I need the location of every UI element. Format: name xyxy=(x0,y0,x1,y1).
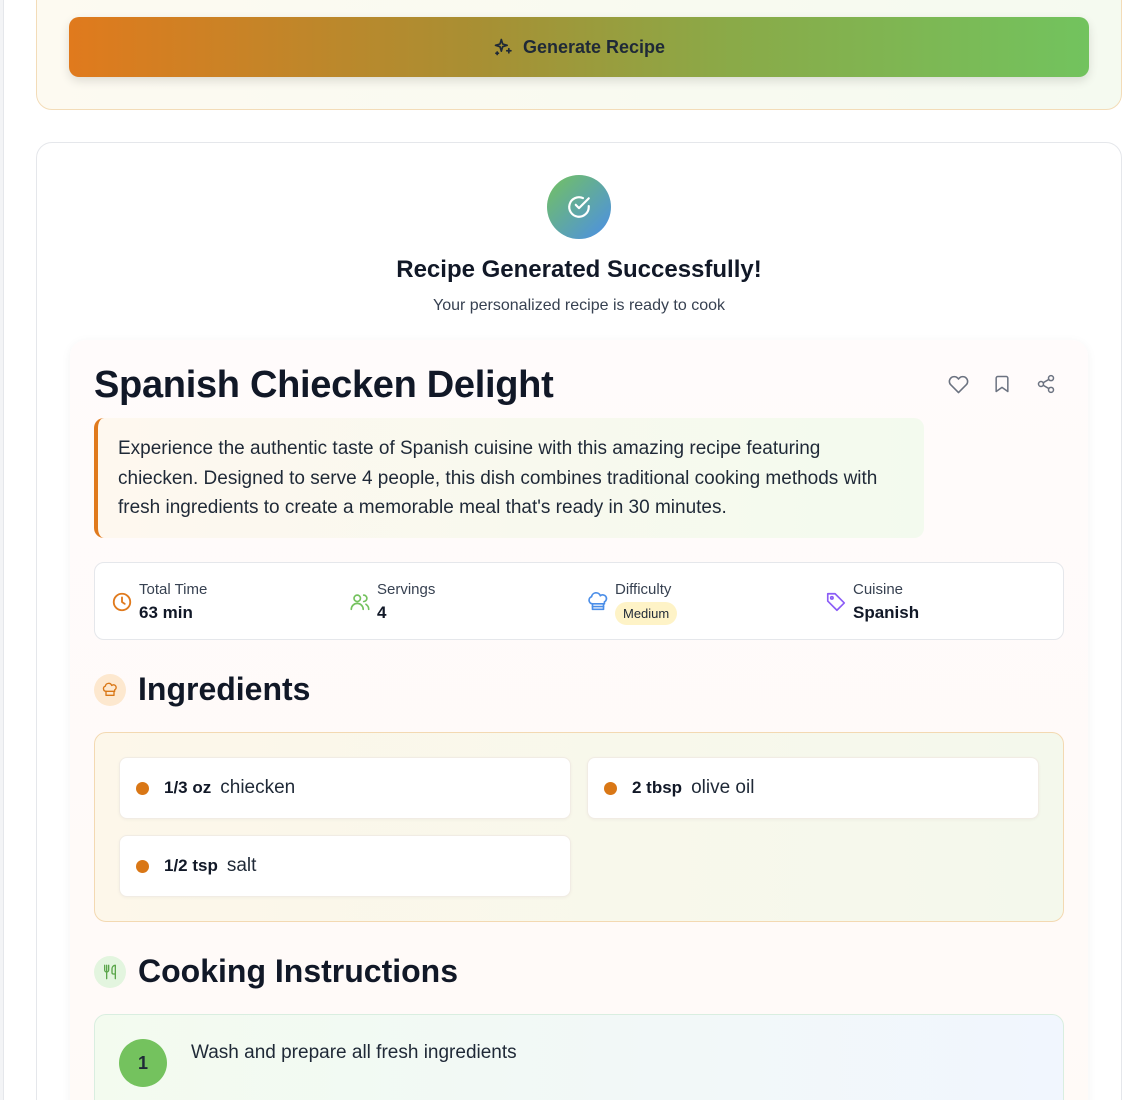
stat-value: Spanish xyxy=(853,603,920,622)
ingredient-name: chiecken xyxy=(220,777,296,798)
ingredients-section-icon xyxy=(94,674,126,706)
ingredients-heading: Ingredients xyxy=(138,671,311,707)
recipe-stats-bar: Total Time 63 min Servings 4 Difficulty … xyxy=(94,562,1064,640)
recipe-title: Spanish Chiecken Delight xyxy=(94,364,554,406)
stat-label: Total Time xyxy=(139,581,208,598)
ingredient-name: salt xyxy=(226,855,257,876)
page-scroll-rail xyxy=(0,0,4,1100)
success-subtitle: Your personalized recipe is ready to coo… xyxy=(432,297,726,314)
chef-hat-icon xyxy=(102,682,117,696)
stat-value: 63 min xyxy=(139,603,193,622)
bullet-dot xyxy=(136,860,149,873)
check-circle-icon xyxy=(568,196,590,218)
generate-recipe-label: Generate Recipe xyxy=(522,36,666,57)
ingredient-item: 2 tbsp olive oil xyxy=(587,757,1039,819)
recipe-description: Experience the authentic taste of Spanis… xyxy=(94,418,924,538)
clock-icon xyxy=(112,592,132,612)
difficulty-badge: Medium xyxy=(615,602,678,625)
stat-label: Servings xyxy=(377,581,436,598)
favorite-button[interactable] xyxy=(946,372,970,396)
instructions-heading: Cooking Instructions xyxy=(138,953,458,989)
stat-label: Difficulty xyxy=(615,581,672,598)
step-number: 1 xyxy=(119,1039,167,1087)
ingredient-quantity: 1/2 tsp xyxy=(164,856,218,875)
stat-value: 4 xyxy=(377,603,387,622)
ingredient-quantity: 2 tbsp xyxy=(632,778,683,797)
generate-recipe-button[interactable]: Generate Recipe xyxy=(69,17,1089,77)
tag-icon xyxy=(826,592,846,612)
success-title: Recipe Generated Successfully! xyxy=(396,256,762,283)
step-text: Wash and prepare all fresh ingredients xyxy=(191,1042,517,1063)
stat-label: Cuisine xyxy=(853,581,904,598)
ingredient-item: 1/2 tsp salt xyxy=(119,835,571,897)
bullet-dot xyxy=(604,782,617,795)
bookmark-button[interactable] xyxy=(990,372,1014,396)
utensils-icon xyxy=(104,964,116,980)
chef-hat-icon xyxy=(588,592,608,611)
share-icon xyxy=(1037,374,1055,394)
ingredient-name: olive oil xyxy=(691,777,755,798)
users-icon xyxy=(350,594,370,611)
heart-icon xyxy=(948,375,968,393)
share-button[interactable] xyxy=(1034,372,1058,396)
success-badge xyxy=(547,175,611,239)
bookmark-icon xyxy=(995,375,1009,393)
ingredient-quantity: 1/3 oz xyxy=(164,778,212,797)
sparkles-icon xyxy=(494,38,512,56)
bullet-dot xyxy=(136,782,149,795)
instructions-section-icon xyxy=(94,956,126,988)
ingredient-item: 1/3 oz chiecken xyxy=(119,757,571,819)
